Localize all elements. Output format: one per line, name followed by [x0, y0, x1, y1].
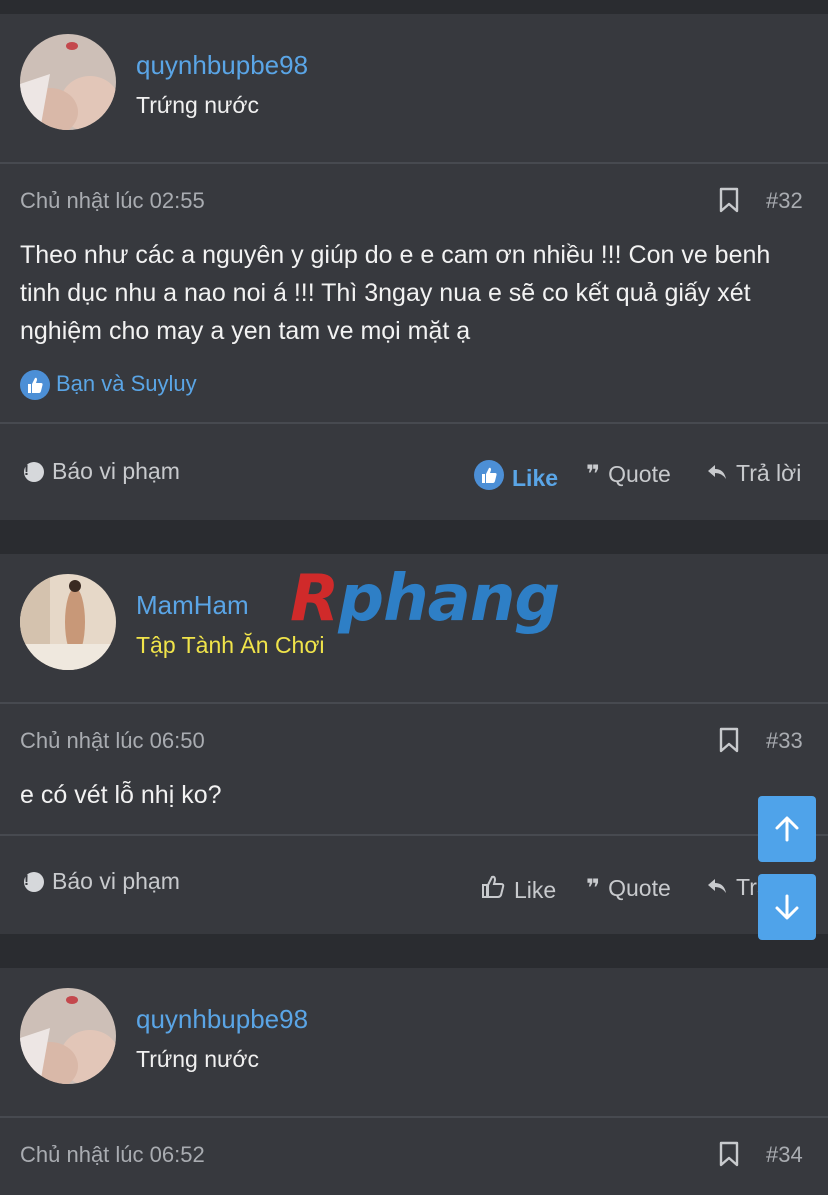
like-button[interactable]: Like — [474, 460, 558, 496]
arrow-down-icon — [775, 894, 799, 920]
post-number[interactable]: #32 — [766, 188, 803, 214]
quote-label: Quote — [608, 461, 671, 487]
like-icon — [20, 370, 50, 400]
post-date[interactable]: Chủ nhật lúc 02:55 — [20, 188, 205, 214]
report-icon: ! — [24, 461, 44, 482]
report-label: Báo vi phạm — [52, 458, 180, 484]
like-button[interactable]: Like — [480, 874, 556, 906]
quote-icon: ❞ — [586, 461, 601, 488]
post-user-header: quynhbupbe98 Trứng nước — [0, 14, 828, 164]
post-body: Theo như các a nguyên y giúp do e e cam … — [20, 241, 771, 345]
quote-icon: ❞ — [586, 875, 601, 902]
post-actions: ! Báo vi phạm Like ❞ Quote Trả lời — [0, 424, 828, 514]
like-icon — [480, 874, 506, 906]
likes-summary[interactable]: Bạn và Suyluy — [20, 370, 197, 400]
username[interactable]: MamHam — [136, 590, 249, 621]
reply-icon — [706, 460, 728, 487]
post-body: e có vét lỗ nhị ko? — [20, 781, 222, 809]
report-icon: ! — [24, 871, 44, 892]
user-title: Trứng nước — [136, 1046, 259, 1072]
post-actions: ! Báo vi phạm Like ❞ Quote Trả lời — [0, 836, 828, 926]
site-watermark-logo: Rphang — [290, 562, 560, 636]
avatar[interactable] — [20, 988, 116, 1084]
post-user-header: quynhbupbe98 Trứng nước — [0, 968, 828, 1118]
quote-label: Quote — [608, 875, 671, 901]
bookmark-icon[interactable] — [718, 727, 740, 753]
quote-button[interactable]: ❞ Quote — [586, 874, 671, 903]
post-meta: Chủ nhật lúc 02:55 #32 — [0, 164, 828, 236]
report-button[interactable]: ! Báo vi phạm — [24, 868, 180, 895]
username[interactable]: quynhbupbe98 — [136, 1004, 308, 1035]
username[interactable]: quynhbupbe98 — [136, 50, 308, 81]
user-title: Tập Tành Ăn Chơi — [136, 632, 325, 658]
reply-label: Trả lời — [736, 874, 758, 900]
post-date[interactable]: Chủ nhật lúc 06:52 — [20, 1142, 205, 1168]
reply-icon — [706, 874, 728, 901]
post-date[interactable]: Chủ nhật lúc 06:50 — [20, 728, 205, 754]
post-meta: Chủ nhật lúc 06:50 #33 — [0, 704, 828, 776]
scroll-up-button[interactable] — [758, 796, 816, 862]
report-button[interactable]: ! Báo vi phạm — [24, 458, 180, 485]
like-label: Like — [512, 464, 559, 491]
reply-label: Trả lời — [736, 460, 802, 486]
watermark-rest: phang — [338, 562, 560, 636]
reply-button[interactable]: Trả lời — [706, 874, 758, 901]
post-32: quynhbupbe98 Trứng nước Chủ nhật lúc 02:… — [0, 14, 828, 520]
watermark-first-letter: R — [290, 562, 339, 636]
avatar[interactable] — [20, 34, 116, 130]
avatar[interactable] — [20, 574, 116, 670]
like-label: Like — [514, 876, 557, 903]
reply-button[interactable]: Trả lời — [706, 460, 801, 487]
post-number[interactable]: #33 — [766, 728, 803, 754]
post-number[interactable]: #34 — [766, 1142, 803, 1168]
like-icon — [474, 460, 504, 496]
quote-button[interactable]: ❞ Quote — [586, 460, 671, 489]
bookmark-icon[interactable] — [718, 187, 740, 213]
scroll-down-button[interactable] — [758, 874, 816, 940]
user-title: Trứng nước — [136, 92, 259, 118]
post-meta: Chủ nhật lúc 06:52 #34 — [0, 1118, 828, 1190]
report-label: Báo vi phạm — [52, 868, 180, 894]
arrow-up-icon — [775, 816, 799, 842]
post-34: quynhbupbe98 Trứng nước Chủ nhật lúc 06:… — [0, 968, 828, 1195]
likes-text: Bạn và Suyluy — [56, 370, 197, 396]
bookmark-icon[interactable] — [718, 1141, 740, 1167]
